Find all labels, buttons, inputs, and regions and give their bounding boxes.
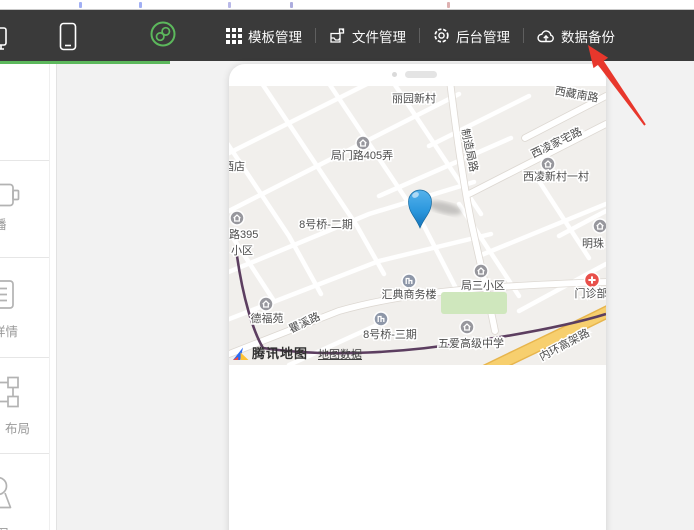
map-park	[441, 292, 507, 314]
file-icon	[329, 27, 346, 44]
menu-label: 文件管理	[352, 26, 406, 46]
layout-icon	[0, 376, 30, 413]
svg-text:酒店: 酒店	[229, 159, 245, 173]
sidebar-item-detail[interactable]: 详情	[0, 280, 57, 342]
sidebar-item-label: 详情	[0, 321, 18, 340]
component-sidebar: 播 详情 布局 图	[0, 64, 57, 530]
map-provider-name[interactable]: 腾讯地图	[252, 343, 308, 362]
svg-text:局三小区: 局三小区	[461, 279, 505, 292]
svg-text:小区: 小区	[231, 244, 253, 257]
tencent-map-widget[interactable]: 丽园新村 西藏南路 制造局路 西凌家宅路 西凌新村一村 局门路405弄 酒店 8…	[229, 86, 606, 365]
phone-camera-dot	[392, 72, 397, 77]
menu-label: 后台管理	[456, 26, 510, 46]
svg-text:8号桥-二期: 8号桥-二期	[299, 218, 353, 231]
browser-edge-strip	[0, 0, 694, 10]
bookmark-mark	[447, 2, 450, 8]
sidebar-item-label: 播	[0, 214, 7, 233]
menu-divider	[523, 28, 524, 43]
map-pin-outline-icon	[0, 476, 22, 519]
map-canvas: 丽园新村 西藏南路 制造局路 西凌家宅路 西凌新村一村 局门路405弄 酒店 8…	[229, 86, 606, 365]
editor-topbar: 模板管理 文件管理 后台管理 数据备份	[0, 10, 694, 61]
menu-divider	[315, 28, 316, 43]
menu-label: 数据备份	[561, 26, 615, 46]
phone-speaker	[405, 71, 437, 78]
sidebar-item-layout[interactable]: 布局	[0, 376, 57, 438]
sidebar-divider	[0, 453, 50, 454]
svg-text:五爱高级中学: 五爱高级中学	[438, 336, 504, 350]
desktop-preview-icon[interactable]	[0, 27, 10, 60]
gear-icon	[433, 27, 450, 44]
sidebar-item-label: 图	[0, 523, 9, 530]
map-data-link[interactable]: 地图数据	[318, 346, 362, 362]
svg-text:德福苑: 德福苑	[251, 311, 284, 325]
sidebar-item-map[interactable]: 图	[0, 476, 57, 530]
svg-text:丽园新村: 丽园新村	[392, 91, 436, 105]
menu-label: 模板管理	[248, 26, 302, 46]
menu-divider	[419, 28, 420, 43]
detail-doc-icon	[0, 280, 20, 315]
sidebar-item-label: 布局	[5, 418, 30, 437]
svg-text:西凌新村一村: 西凌新村一村	[523, 169, 589, 183]
bookmark-mark	[139, 2, 142, 8]
sidebar-item-carousel[interactable]: 播	[0, 182, 57, 242]
topbar-menu: 模板管理 文件管理 后台管理 数据备份	[226, 10, 615, 61]
clinic-poi-icon	[585, 273, 600, 288]
bookmark-mark	[79, 2, 82, 8]
svg-text:门诊部: 门诊部	[575, 286, 607, 300]
grid-icon	[226, 28, 242, 44]
mobile-preview-icon[interactable]	[58, 22, 78, 57]
menu-backend-manage[interactable]: 后台管理	[433, 26, 510, 46]
svg-text:汇典商务楼: 汇典商务楼	[382, 287, 437, 301]
svg-text:明珠: 明珠	[582, 236, 604, 250]
svg-text:路395: 路395	[229, 228, 258, 241]
sidebar-divider	[0, 357, 50, 358]
cloud-upload-icon	[537, 28, 555, 44]
menu-file-manage[interactable]: 文件管理	[329, 26, 406, 46]
svg-text:局门路405弄: 局门路405弄	[331, 148, 393, 162]
bookmark-mark	[290, 2, 293, 8]
sidebar-divider	[0, 257, 50, 258]
carousel-icon	[0, 182, 20, 215]
sidebar-divider	[0, 160, 50, 161]
menu-data-backup[interactable]: 数据备份	[537, 26, 615, 46]
phone-preview-frame: 丽园新村 西藏南路 制造局路 西凌家宅路 西凌新村一村 局门路405弄 酒店 8…	[229, 64, 606, 530]
map-attribution: 腾讯地图 地图数据	[232, 343, 362, 362]
bookmark-mark	[228, 2, 231, 8]
tencent-map-logo-icon[interactable]	[232, 347, 249, 362]
svg-text:8号桥-三期: 8号桥-三期	[363, 328, 417, 341]
link-icon[interactable]	[148, 19, 178, 54]
menu-template-manage[interactable]: 模板管理	[226, 26, 302, 46]
